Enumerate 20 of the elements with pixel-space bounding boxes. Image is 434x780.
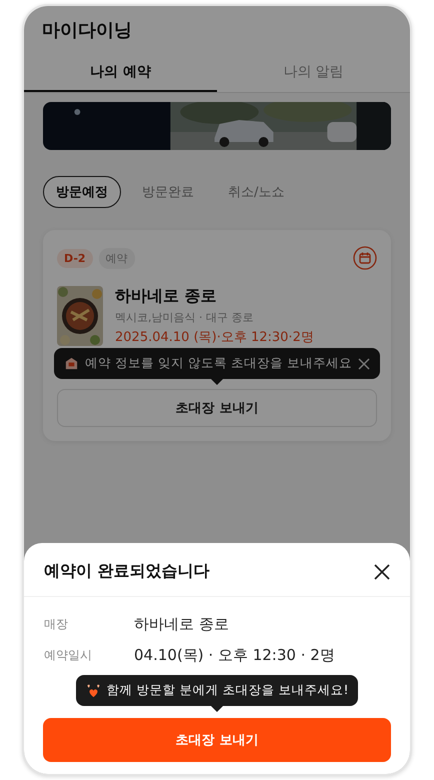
page-title: 마이다이닝: [42, 20, 132, 41]
detail-value: 04.10(목) · 오후 12:30 · 2명: [134, 646, 335, 665]
tooltip-text: 예약 정보를 잊지 않도록 초대장을 보내주세요: [85, 355, 352, 372]
tab[interactable]: 나의 예약: [24, 54, 217, 92]
reservation-datetime: 2025.04.10 (목)·오후 12:30·2명: [115, 329, 314, 346]
detail-label: 매장: [44, 616, 69, 633]
send-invitation-button[interactable]: 초대장 보내기: [57, 389, 377, 427]
restaurant-name[interactable]: 하바네로 종로: [115, 286, 314, 307]
send-invitation-button[interactable]: 초대장 보내기: [43, 718, 391, 762]
sheet-title: 예약이 완료되었습니다: [44, 561, 210, 582]
restaurant-category: 멕시코,남미음식 · 대구 종로: [115, 310, 254, 325]
close-icon[interactable]: [374, 564, 390, 580]
calendar-icon[interactable]: [353, 246, 377, 270]
dday-badge: D-2: [57, 248, 93, 268]
hearts-icon: [86, 683, 101, 698]
filter-chip[interactable]: 방문예정: [43, 176, 121, 208]
detail-label: 예약일시: [44, 647, 93, 664]
tooltip-text: 함께 방문할 분에게 초대장을 보내주세요!: [106, 682, 348, 699]
detail-value: 하바네로 종로: [134, 615, 229, 634]
status-badge: 예약: [98, 248, 135, 268]
